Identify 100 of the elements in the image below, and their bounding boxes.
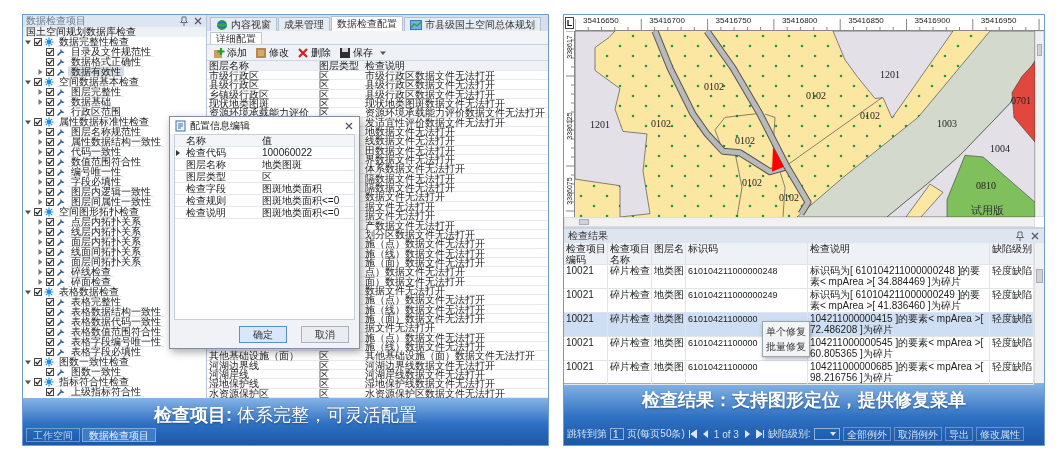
tree-item[interactable]: 编号唯一性: [68, 167, 124, 177]
pager-button[interactable]: 导出: [944, 427, 973, 441]
tree-item[interactable]: 数据完整性检查: [56, 37, 132, 47]
expand-arrow-icon[interactable]: [24, 78, 32, 86]
collapsed-arrow-icon[interactable]: [36, 268, 44, 276]
tab[interactable]: 数据检查配置: [331, 16, 403, 31]
collapsed-arrow-icon[interactable]: [36, 88, 44, 96]
collapsed-arrow-icon[interactable]: [36, 98, 44, 106]
checkbox[interactable]: [46, 108, 54, 116]
tab[interactable]: 工作空间: [26, 428, 80, 442]
property-value[interactable]: 区: [260, 171, 354, 183]
tree-item[interactable]: 线面间拓扑关系: [68, 247, 144, 257]
expand-arrow-icon[interactable]: [24, 118, 32, 126]
checkbox[interactable]: [46, 198, 54, 206]
tree-item[interactable]: 点层内拓扑关系: [68, 217, 144, 227]
close-icon[interactable]: [193, 16, 203, 26]
checkbox[interactable]: [46, 158, 54, 166]
vertical-scrollbar[interactable]: [1034, 243, 1044, 383]
checkbox[interactable]: [34, 288, 42, 296]
dialog-button[interactable]: 确定: [239, 325, 287, 343]
checkbox[interactable]: [46, 58, 54, 66]
expand-arrow-icon[interactable]: [24, 208, 32, 216]
menu-item[interactable]: 单个修复: [763, 324, 809, 339]
toolbar-button[interactable]: 修改: [253, 45, 291, 60]
table-row[interactable]: 10021 碎片检查 地类图 610104211000000249 标识码为[ 610104211000000249 ]的要素< mpArea >[ 41.836460 ]为碎片 轻度缺陷: [564, 289, 1034, 313]
checkbox[interactable]: [46, 138, 54, 146]
checkbox[interactable]: [46, 188, 54, 196]
pager-button[interactable]: 修改属性: [975, 427, 1024, 441]
close-icon[interactable]: [1030, 231, 1040, 241]
tree-item[interactable]: 碎面检查: [68, 277, 114, 287]
collapsed-arrow-icon[interactable]: [36, 258, 44, 266]
first-page-icon[interactable]: [687, 429, 698, 439]
last-page-icon[interactable]: [754, 429, 765, 439]
page-field[interactable]: 1: [610, 428, 624, 440]
collapsed-arrow-icon[interactable]: [36, 168, 44, 176]
checkbox[interactable]: [46, 68, 54, 76]
expand-arrow-icon[interactable]: [24, 288, 32, 296]
table-row[interactable]: 10021 碎片检查 地类图 610104211000000248 标识码为[ 610104211000000248 ]的要素< mpArea >[ 34.884469 ]为碎片 轻度缺陷: [564, 265, 1034, 289]
checkbox[interactable]: [46, 178, 54, 186]
tab[interactable]: 成果管理: [278, 17, 330, 31]
tab[interactable]: 市县级国土空间总体规划: [404, 17, 541, 31]
tree-item[interactable]: 表格数值范围符合性: [68, 327, 164, 337]
tree-item[interactable]: 行政区范围: [68, 107, 124, 117]
toolbar-button[interactable]: 删除: [295, 45, 333, 60]
table-row[interactable]: 10021 碎片检查 地类图 61010421100000 104211000000685 ]的要素< mpArea >[ 98.216756 ]为碎片 轻度缺陷: [564, 361, 1034, 385]
checkbox[interactable]: [46, 338, 54, 346]
tree-item[interactable]: 目录及文件规范性: [68, 47, 154, 57]
checkbox[interactable]: [34, 38, 42, 46]
property-value[interactable]: 图斑地类面积<=0: [260, 207, 354, 219]
checkbox[interactable]: [34, 358, 42, 366]
property-value[interactable]: 图斑地类面积: [260, 183, 354, 195]
tab[interactable]: 数据检查项目: [82, 428, 156, 442]
tree-item[interactable]: 数据基础: [68, 97, 114, 107]
checkbox[interactable]: [46, 128, 54, 136]
tab[interactable]: 内容视窗: [210, 17, 277, 31]
tree-item[interactable]: 碎线检查: [68, 267, 114, 277]
tree-item[interactable]: 面层间拓扑关系: [68, 257, 144, 267]
tree-item[interactable]: 数据有效性: [68, 67, 124, 77]
tree-item[interactable]: 代码一致性: [68, 147, 124, 157]
tree-item[interactable]: 表格数据结构一致性: [68, 307, 164, 317]
pin-icon[interactable]: [1015, 231, 1025, 241]
property-value[interactable]: 地类图斑: [260, 159, 354, 171]
collapsed-arrow-icon[interactable]: [36, 178, 44, 186]
pin-icon[interactable]: [179, 16, 189, 26]
tree-item[interactable]: 空间数据基本检查: [56, 77, 142, 87]
toolbar-button[interactable]: 保存: [337, 45, 375, 60]
checkbox[interactable]: [46, 268, 54, 276]
collapsed-arrow-icon[interactable]: [36, 198, 44, 206]
checkbox[interactable]: [34, 118, 42, 126]
close-icon[interactable]: [344, 120, 354, 131]
checkbox[interactable]: [46, 228, 54, 236]
tree-item[interactable]: 字段必填性: [68, 177, 124, 187]
tree-item[interactable]: 图层内逻辑一致性: [68, 187, 154, 197]
collapsed-arrow-icon[interactable]: [36, 218, 44, 226]
checkbox[interactable]: [46, 278, 54, 286]
checkbox[interactable]: [46, 238, 54, 246]
tree-item[interactable]: 图数一致性: [68, 367, 124, 377]
checkbox[interactable]: [46, 328, 54, 336]
pager-button[interactable]: 全部例外: [842, 427, 891, 441]
checkbox[interactable]: [46, 88, 54, 96]
ruler-unit-button[interactable]: L: [565, 17, 574, 29]
tree-item[interactable]: 空间图形拓扑检查: [56, 207, 142, 217]
tree-item[interactable]: 面层内拓扑关系: [68, 237, 144, 247]
collapsed-arrow-icon[interactable]: [36, 128, 44, 136]
checkbox[interactable]: [46, 388, 54, 396]
checkbox[interactable]: [46, 248, 54, 256]
property-value[interactable]: 图斑地类面积<=0: [260, 195, 354, 207]
checkbox[interactable]: [46, 308, 54, 316]
tree-item[interactable]: 图层名称规范性: [68, 127, 144, 137]
tree-item[interactable]: 数值范围符合性: [68, 157, 144, 167]
tree-item[interactable]: 表格字段必填性: [68, 347, 144, 357]
collapsed-arrow-icon[interactable]: [36, 188, 44, 196]
checkbox[interactable]: [34, 208, 42, 216]
toolbar-button[interactable]: 添加: [211, 45, 249, 60]
tree-item[interactable]: 表格字段编号唯一性: [68, 337, 164, 347]
tree-item[interactable]: 表格数据代码一致性: [68, 317, 164, 327]
collapsed-arrow-icon[interactable]: [36, 158, 44, 166]
tree-item[interactable]: 线层内拓扑关系: [68, 227, 144, 237]
collapsed-arrow-icon[interactable]: [36, 278, 44, 286]
expand-arrow-icon[interactable]: [24, 358, 32, 366]
